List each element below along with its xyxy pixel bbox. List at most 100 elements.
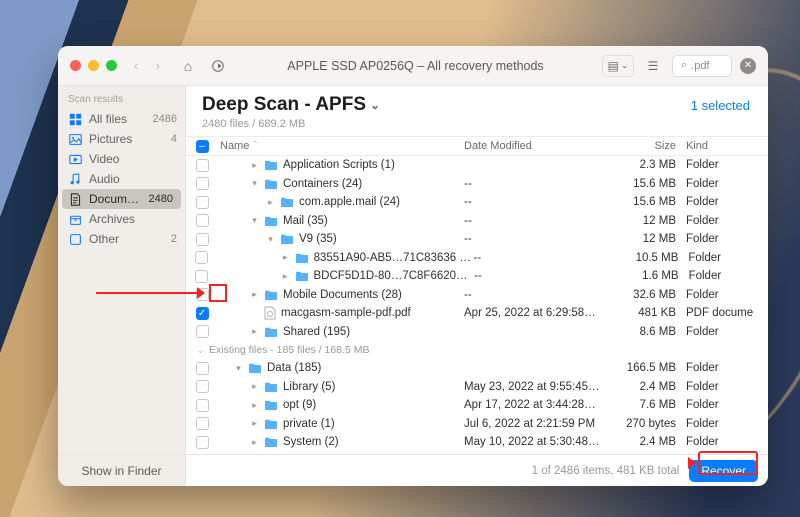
minimize-window-button[interactable]: [88, 60, 99, 71]
sidebar-item-audio[interactable]: Audio: [58, 169, 185, 189]
folder-row[interactable]: ▸System (2)May 10, 2022 at 5:30:48…2.4 M…: [186, 433, 768, 452]
annotation-arrow-line: [96, 292, 200, 294]
rescan-button[interactable]: [207, 55, 229, 77]
sidebar: Scan results All files2486Pictures4Video…: [58, 86, 186, 486]
sidebar-item-video[interactable]: Video: [58, 149, 185, 169]
row-kind: Folder: [686, 436, 758, 448]
close-window-button[interactable]: [70, 60, 81, 71]
folder-row[interactable]: ▸Library (5)May 23, 2022 at 9:55:45…2.4 …: [186, 378, 768, 397]
select-all-checkbox[interactable]: –: [196, 140, 209, 153]
row-checkbox[interactable]: [196, 436, 209, 449]
row-checkbox[interactable]: [195, 251, 208, 264]
col-name[interactable]: Name ˆ: [218, 140, 464, 152]
clear-search-button[interactable]: ✕: [740, 58, 756, 74]
maximize-window-button[interactable]: [106, 60, 117, 71]
row-checkbox[interactable]: [196, 417, 209, 430]
row-name: Shared (195): [283, 326, 350, 338]
show-in-finder-button[interactable]: Show in Finder: [58, 454, 185, 486]
section-header-existing[interactable]: ⌄ Existing files - 185 files / 168.5 MB: [186, 341, 768, 359]
disclosure-triangle-icon[interactable]: ▸: [250, 289, 259, 300]
row-checkbox[interactable]: [196, 380, 209, 393]
home-button[interactable]: ⌂: [177, 55, 199, 77]
row-checkbox[interactable]: [196, 325, 209, 338]
folder-row[interactable]: ▾Data (185)166.5 MBFolder: [186, 359, 768, 378]
sidebar-item-archives[interactable]: Archives: [58, 209, 185, 229]
doc-icon: [68, 193, 82, 206]
disclosure-triangle-icon[interactable]: ▾: [266, 234, 275, 245]
selection-count[interactable]: 1 selected: [691, 98, 750, 113]
sidebar-item-all-files[interactable]: All files2486: [58, 109, 185, 129]
row-kind: Folder: [686, 326, 758, 338]
disclosure-triangle-icon[interactable]: ▸: [250, 326, 259, 337]
row-checkbox[interactable]: [196, 159, 209, 172]
nav-forward-button[interactable]: ›: [147, 55, 169, 77]
folder-row[interactable]: ▸Application Scripts (1)2.3 MBFolder: [186, 156, 768, 175]
folder-row[interactable]: ▾V9 (35)--12 MBFolder: [186, 230, 768, 249]
search-field[interactable]: ⌕ .pdf: [672, 55, 732, 77]
folder-row[interactable]: ▸Shared (195)8.6 MBFolder: [186, 323, 768, 342]
row-name: Application Scripts (1): [283, 159, 395, 171]
disclosure-triangle-icon[interactable]: ▸: [250, 381, 259, 392]
col-kind[interactable]: Kind: [686, 140, 758, 152]
sliders-icon: ☰: [648, 59, 659, 73]
app-window: ‹ › ⌂ APPLE SSD AP0256Q – All recovery m…: [58, 46, 768, 486]
folder-row[interactable]: ▸opt (9)Apr 17, 2022 at 3:44:28…7.6 MBFo…: [186, 396, 768, 415]
row-size: 15.6 MB: [614, 196, 686, 208]
archive-icon: [68, 213, 82, 226]
row-checkbox[interactable]: [196, 233, 209, 246]
folder-icon: [295, 270, 309, 282]
row-checkbox[interactable]: ✓: [196, 307, 209, 320]
col-size[interactable]: Size: [614, 140, 686, 152]
folder-icon: [264, 381, 278, 393]
sidebar-item-count: 2486: [153, 113, 177, 125]
results-subtitle: 2480 files / 689.2 MB: [186, 116, 768, 136]
view-mode-button[interactable]: ▤ ⌄: [602, 55, 634, 77]
sidebar-item-pictures[interactable]: Pictures4: [58, 129, 185, 149]
sidebar-item-other[interactable]: Other2: [58, 229, 185, 249]
chevron-right-icon: ›: [156, 59, 160, 73]
disclosure-triangle-icon[interactable]: ▸: [250, 437, 259, 448]
row-date: --: [464, 215, 614, 227]
annotation-arrow-recover: [688, 457, 696, 469]
disclosure-triangle-icon[interactable]: ▸: [250, 400, 259, 411]
row-name: Mail (35): [283, 215, 328, 227]
disclosure-triangle-icon[interactable]: ▸: [266, 197, 275, 208]
row-checkbox[interactable]: [196, 177, 209, 190]
nav-back-button[interactable]: ‹: [125, 55, 147, 77]
row-date: Jul 6, 2022 at 2:21:59 PM: [464, 418, 614, 430]
sidebar-item-label: Archives: [89, 212, 170, 226]
file-row[interactable]: ✓macgasm-sample-pdf.pdfApr 25, 2022 at 6…: [186, 304, 768, 323]
row-checkbox[interactable]: [196, 214, 209, 227]
col-date[interactable]: Date Modified: [464, 140, 614, 152]
folder-row[interactable]: ▾Containers (24)--15.6 MBFolder: [186, 175, 768, 194]
folder-icon: [264, 289, 278, 301]
row-size: 7.6 MB: [614, 399, 686, 411]
row-kind: Folder: [686, 418, 758, 430]
row-kind: Folder: [686, 289, 758, 301]
results-title[interactable]: Deep Scan - APFS ⌄: [202, 94, 380, 116]
folder-row[interactable]: ▸BDCF5D1D-80…7C8F6620E (2)--1.6 MBFolder: [186, 267, 768, 286]
folder-row[interactable]: ▸Mobile Documents (28)--32.6 MBFolder: [186, 286, 768, 305]
row-name: opt (9): [283, 399, 316, 411]
row-size: 166.5 MB: [614, 362, 686, 374]
sidebar-item-count: 2480: [149, 193, 173, 205]
folder-row[interactable]: ▾Mail (35)--12 MBFolder: [186, 212, 768, 231]
folder-row[interactable]: ▸com.apple.mail (24)--15.6 MBFolder: [186, 193, 768, 212]
audio-icon: [68, 173, 82, 186]
disclosure-triangle-icon[interactable]: ▾: [234, 363, 243, 374]
folder-row[interactable]: ▸83551A90-AB5…71C83636 (33)--10.5 MBFold…: [186, 249, 768, 268]
row-date: Apr 25, 2022 at 6:29:58…: [464, 307, 614, 319]
row-checkbox[interactable]: [196, 362, 209, 375]
disclosure-triangle-icon[interactable]: ▸: [250, 418, 259, 429]
row-checkbox[interactable]: [196, 399, 209, 412]
disclosure-triangle-icon[interactable]: ▸: [250, 160, 259, 171]
folder-row[interactable]: ▸private (1)Jul 6, 2022 at 2:21:59 PM270…: [186, 415, 768, 434]
filter-button[interactable]: ☰: [642, 55, 664, 77]
disclosure-triangle-icon[interactable]: ▾: [250, 215, 259, 226]
disclosure-triangle-icon[interactable]: ▸: [281, 271, 290, 282]
row-checkbox[interactable]: [196, 196, 209, 209]
row-checkbox[interactable]: [195, 270, 208, 283]
sidebar-item-documents[interactable]: Documents2480: [62, 189, 181, 209]
disclosure-triangle-icon[interactable]: ▸: [281, 252, 290, 263]
disclosure-triangle-icon[interactable]: ▾: [250, 178, 259, 189]
